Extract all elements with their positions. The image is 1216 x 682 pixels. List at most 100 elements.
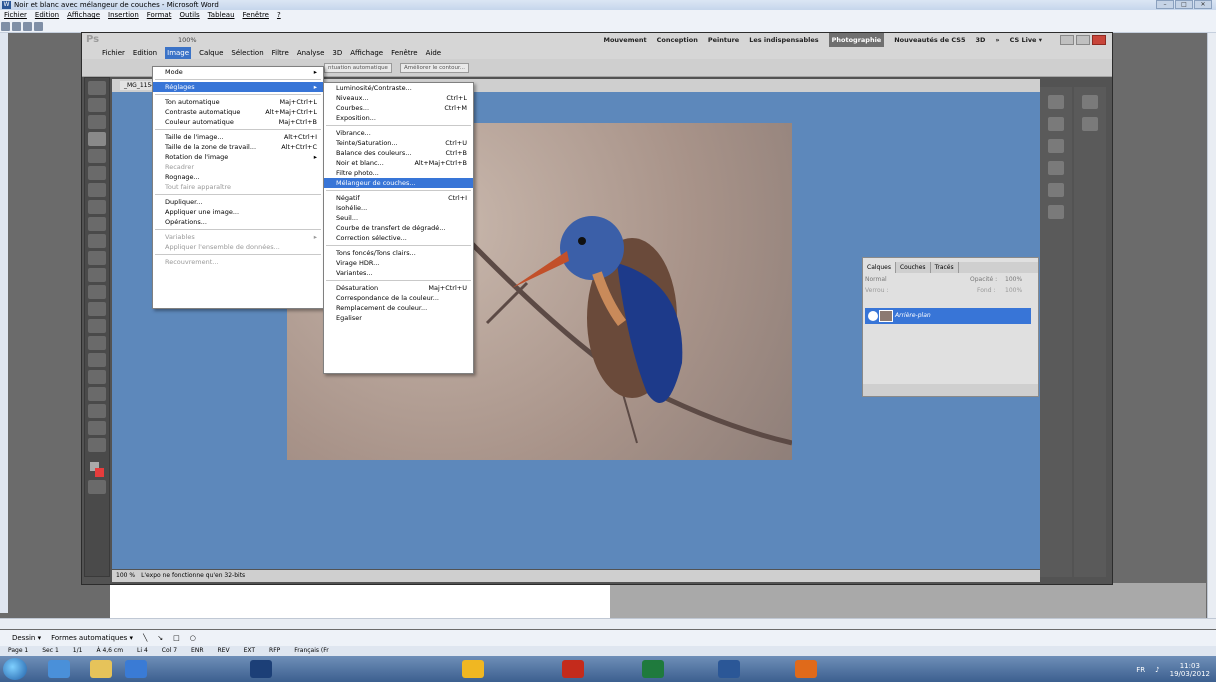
language-indicator[interactable]: FR [1136, 666, 1145, 674]
ps-menu-image[interactable]: Image [165, 47, 192, 59]
cs-live-button[interactable]: CS Live ▾ [1010, 33, 1042, 47]
pen-tool-icon[interactable] [88, 319, 106, 333]
background-color-swatch[interactable] [95, 468, 104, 477]
clock[interactable]: 11:03 19/03/2012 [1170, 662, 1210, 678]
reglages-menu-item[interactable]: Balance des couleurs... Ctrl+B [324, 148, 473, 158]
zoom-tool-icon[interactable] [88, 438, 106, 452]
tab-couches[interactable]: Couches [896, 262, 931, 273]
ps-menu-fichier[interactable]: Fichier [102, 47, 125, 59]
auto-tone-button[interactable]: ntuation automatique [324, 63, 392, 73]
explorer-taskbar-icon[interactable] [90, 660, 112, 678]
image-menu-item[interactable]: Mode ▸ [153, 67, 323, 77]
healing-brush-tool-icon[interactable] [88, 183, 106, 197]
excel-taskbar-icon[interactable] [642, 660, 664, 678]
word-menu-fenetre[interactable]: Fenêtre [243, 10, 269, 20]
workspace-nouveautes[interactable]: Nouveautés de CS5 [894, 33, 965, 47]
photoshop-taskbar-icon[interactable] [250, 660, 272, 678]
minimize-button[interactable]: – [1156, 0, 1174, 9]
reglages-menu-item[interactable]: Vibrance... [324, 128, 473, 138]
move-tool-icon[interactable] [88, 81, 106, 95]
eraser-tool-icon[interactable] [88, 251, 106, 265]
reglages-menu-item[interactable]: Courbe de transfert de dégradé... [324, 223, 473, 233]
word-vertical-scrollbar[interactable] [1207, 33, 1216, 623]
word-menu-insertion[interactable]: Insertion [108, 10, 139, 20]
word-menu-format[interactable]: Format [147, 10, 172, 20]
dodge-tool-icon[interactable] [88, 302, 106, 316]
workspace-indispensables[interactable]: Les indispensables [749, 33, 818, 47]
status-rev[interactable]: REV [218, 646, 230, 656]
gradient-tool-icon[interactable] [88, 268, 106, 282]
ps-minimize-button[interactable] [1060, 35, 1074, 45]
app-taskbar-icon[interactable] [462, 660, 484, 678]
ps-menu-3d[interactable]: 3D [332, 47, 342, 59]
reglages-menu-item[interactable]: Teinte/Saturation... Ctrl+U [324, 138, 473, 148]
print-icon[interactable] [34, 22, 43, 31]
brushes-panel-icon[interactable] [1048, 183, 1064, 197]
ps-menu-selection[interactable]: Sélection [231, 47, 263, 59]
image-menu-item[interactable]: Dupliquer... [153, 197, 323, 207]
path-selection-tool-icon[interactable] [88, 353, 106, 367]
clone-stamp-tool-icon[interactable] [88, 217, 106, 231]
reglages-menu-item[interactable]: Niveaux... Ctrl+L [324, 93, 473, 103]
ps-menu-calque[interactable]: Calque [199, 47, 223, 59]
blur-tool-icon[interactable] [88, 285, 106, 299]
reglages-menu-item[interactable]: Désaturation Maj+Ctrl+U [324, 283, 473, 293]
image-menu-item[interactable]: Rognage... [153, 172, 323, 182]
reglages-menu-item[interactable]: Remplacement de couleur... [324, 303, 473, 313]
status-rfp[interactable]: RFP [269, 646, 280, 656]
image-menu-item[interactable]: Opérations... [153, 217, 323, 227]
word-menu-outils[interactable]: Outils [179, 10, 199, 20]
reglages-menu-item[interactable]: Filtre photo... [324, 168, 473, 178]
quick-mask-icon[interactable] [88, 480, 106, 494]
arrow-icon[interactable]: ↘ [157, 630, 163, 646]
word-menu-tableau[interactable]: Tableau [208, 10, 235, 20]
3d-orbit-tool-icon[interactable] [88, 404, 106, 418]
save-icon[interactable] [23, 22, 32, 31]
status-enr[interactable]: ENR [191, 646, 203, 656]
eyedropper-tool-icon[interactable] [88, 166, 106, 180]
ps-menu-fenetre[interactable]: Fenêtre [391, 47, 417, 59]
refine-edge-button[interactable]: Améliorer le contour... [400, 63, 470, 73]
blend-mode-select[interactable]: Normal [865, 276, 887, 283]
start-button[interactable] [3, 658, 27, 680]
crop-tool-icon[interactable] [88, 149, 106, 163]
app-taskbar-icon-2[interactable] [562, 660, 584, 678]
app-taskbar-icon-3[interactable] [795, 660, 817, 678]
opacity-field[interactable]: 100% [1005, 275, 1022, 285]
layer-item[interactable]: Arrière-plan [865, 308, 1031, 324]
workspace-more[interactable]: » [995, 33, 999, 47]
ps-maximize-button[interactable] [1076, 35, 1090, 45]
ps-menu-aide[interactable]: Aide [426, 47, 441, 59]
line-icon[interactable]: ╲ [143, 630, 147, 646]
image-menu-item[interactable]: Taille de l'image... Alt+Ctrl+I [153, 132, 323, 142]
3d-rotate-tool-icon[interactable] [88, 387, 106, 401]
adjustments-panel-icon[interactable] [1048, 139, 1064, 153]
tool-presets-panel-icon[interactable] [1048, 205, 1064, 219]
reglages-menu-item[interactable]: Isohélie... [324, 203, 473, 213]
tab-calques[interactable]: Calques [863, 262, 896, 273]
image-menu-item[interactable]: Contraste automatique Alt+Maj+Ctrl+L [153, 107, 323, 117]
reglages-menu-item[interactable]: Noir et blanc... Alt+Maj+Ctrl+B [324, 158, 473, 168]
actions-panel-icon[interactable] [1048, 117, 1064, 131]
workspace-peinture[interactable]: Peinture [708, 33, 739, 47]
brush-tool-icon[interactable] [88, 200, 106, 214]
word-document-page[interactable] [110, 583, 610, 618]
media-taskbar-icon[interactable] [125, 660, 147, 678]
maximize-button[interactable]: □ [1175, 0, 1193, 9]
image-menu-item[interactable]: Taille de la zone de travail... Alt+Ctrl+… [153, 142, 323, 152]
rectangle-icon[interactable]: □ [173, 630, 180, 646]
hand-tool-icon[interactable] [88, 421, 106, 435]
new-document-icon[interactable] [1, 22, 10, 31]
reglages-menu-item[interactable]: Virage HDR... [324, 258, 473, 268]
tab-traces[interactable]: Tracés [931, 262, 959, 273]
lasso-tool-icon[interactable] [88, 115, 106, 129]
ps-close-button[interactable] [1092, 35, 1106, 45]
ps-menu-analyse[interactable]: Analyse [297, 47, 325, 59]
reglages-menu-item[interactable]: Exposition... [324, 113, 473, 123]
volume-icon[interactable]: ♪ [1155, 666, 1159, 674]
ps-menu-filtre[interactable]: Filtre [272, 47, 289, 59]
reglages-menu-item[interactable]: Seuil... [324, 213, 473, 223]
histogram-panel-icon[interactable] [1082, 117, 1098, 131]
image-menu-item[interactable]: Appliquer une image... [153, 207, 323, 217]
reglages-menu-item[interactable]: Correspondance de la couleur... [324, 293, 473, 303]
